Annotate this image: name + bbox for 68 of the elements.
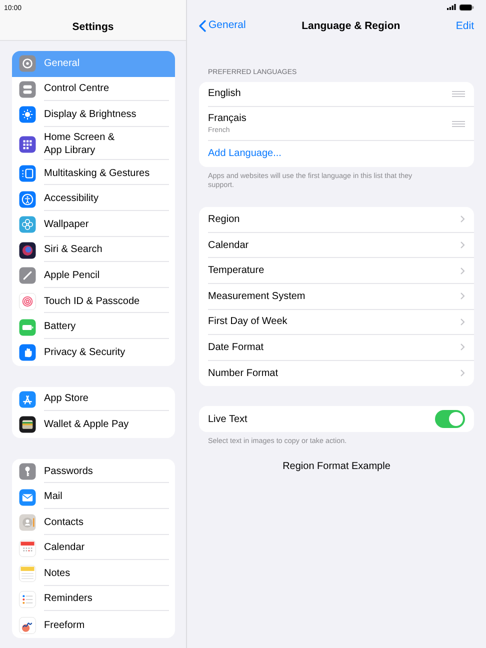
settings-row-label: Date Format — [208, 340, 265, 355]
settings-row-label: Number Format — [208, 366, 280, 381]
chevron-right-icon — [460, 369, 465, 378]
key-icon — [19, 463, 36, 480]
sidebar-item[interactable]: Siri & Search — [12, 238, 175, 264]
settings-row-label: Calendar — [208, 238, 250, 253]
chevron-right-icon — [460, 292, 465, 300]
reorder-handle-icon[interactable] — [452, 90, 465, 97]
sidebar-item[interactable]: App Store — [12, 386, 175, 412]
settings-row-label: Live Text — [208, 412, 248, 427]
sidebar-item[interactable]: Battery — [12, 314, 175, 340]
flower-icon — [19, 216, 36, 234]
settings-row-label: Measurement System — [208, 290, 306, 304]
person-icon — [19, 190, 36, 208]
toggle-switch[interactable] — [435, 410, 465, 428]
settings-row-label: Temperature — [208, 264, 266, 278]
add-language-link[interactable]: Add Language... — [208, 146, 282, 162]
sidebar-item[interactable]: Notes — [12, 561, 175, 587]
sidebar-item[interactable]: Home Screen & App Library — [12, 128, 175, 161]
sidebar-item[interactable]: Mail — [12, 484, 175, 510]
sidebar-item[interactable]: Calendar — [12, 536, 175, 562]
sidebar-item[interactable]: Wallet & Apple Pay — [12, 412, 175, 438]
sidebar-item[interactable]: Control Centre — [12, 76, 175, 102]
scribble-icon — [19, 616, 36, 634]
language-name: English — [208, 87, 242, 102]
signal-icon — [447, 4, 456, 10]
back-button[interactable]: General — [199, 18, 246, 34]
sidebar-item[interactable]: Accessibility — [12, 186, 175, 212]
sun-icon — [19, 106, 36, 124]
app-grid-icon — [19, 136, 36, 153]
sidebar-item[interactable]: Freeform — [12, 612, 175, 638]
sidebar-item[interactable]: Contacts — [12, 510, 175, 536]
chevron-right-icon — [460, 241, 465, 250]
sidebar-item[interactable]: Apple Pencil — [12, 263, 175, 289]
envelope-icon — [19, 488, 36, 506]
pencil-icon — [19, 267, 36, 284]
settings-row-label: Region — [208, 212, 241, 227]
chevron-right-icon — [460, 266, 465, 275]
wallet-icon — [19, 416, 36, 434]
edit-button[interactable]: Edit — [456, 19, 474, 35]
sidebar-item[interactable]: Wallpaper — [12, 212, 175, 238]
chevron-right-icon — [460, 215, 465, 224]
sidebar-item[interactable]: Passwords — [12, 458, 175, 484]
battery-icon — [19, 318, 36, 336]
orb-icon — [19, 242, 36, 259]
reorder-handle-icon[interactable] — [452, 120, 465, 127]
section-title: Region Format Example — [282, 460, 390, 472]
notes-icon — [19, 565, 36, 582]
settings-row-label: First Day of Week — [208, 315, 288, 330]
toggles-icon — [19, 80, 36, 98]
chevron-right-icon — [460, 318, 465, 326]
calendar-icon — [19, 540, 36, 557]
battery-icon — [459, 4, 474, 11]
sidebar-item[interactable]: Reminders — [12, 586, 175, 612]
sidebar-item[interactable]: Touch ID & Passcode — [12, 288, 175, 314]
back-chevron-icon — [199, 20, 206, 32]
windows-icon — [19, 165, 36, 182]
page-title: Language & Region — [302, 19, 400, 34]
app-store-icon — [19, 390, 36, 408]
list-icon — [19, 590, 36, 608]
sidebar-title: Settings — [72, 21, 114, 33]
chevron-right-icon — [460, 343, 465, 352]
language-name: Français — [208, 112, 248, 126]
hand-icon — [19, 344, 36, 362]
contact-icon — [19, 514, 36, 532]
sidebar-item[interactable]: Display & Brightness — [12, 102, 175, 128]
sidebar-item[interactable]: Privacy & Security — [12, 340, 175, 366]
sidebar-item[interactable]: Multitasking & Gestures — [12, 160, 175, 186]
